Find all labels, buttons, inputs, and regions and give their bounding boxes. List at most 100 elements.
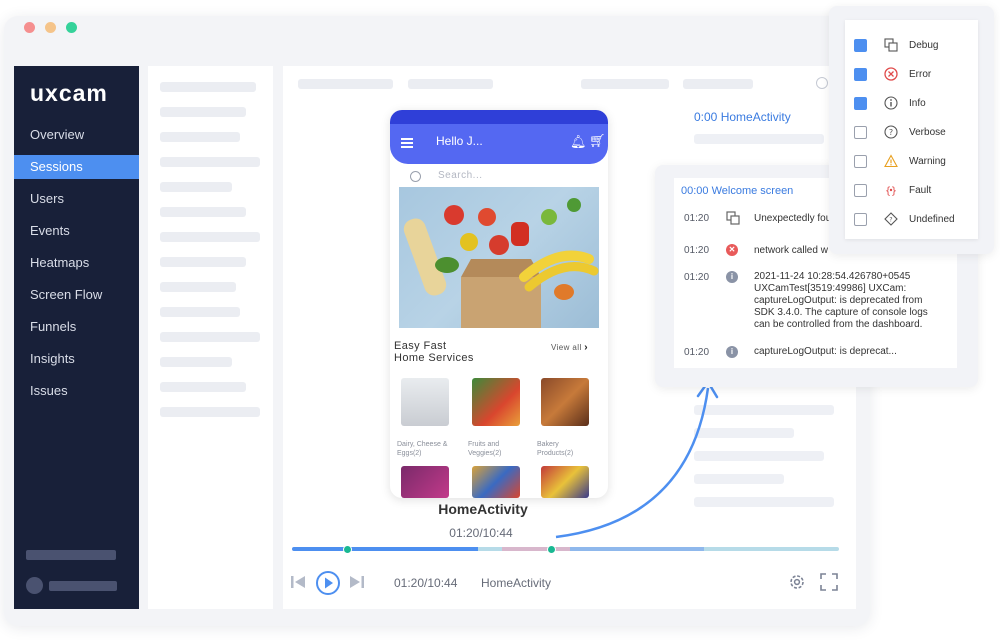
svg-text:{}: {}: [885, 186, 897, 197]
list-item[interactable]: [160, 332, 260, 342]
log-time: 01:20: [684, 213, 710, 224]
header-placeholder: [408, 79, 493, 89]
filter-label-warning[interactable]: Warning: [909, 156, 946, 167]
info-icon: i: [726, 271, 738, 283]
play-icon[interactable]: [315, 570, 341, 596]
list-item[interactable]: [160, 82, 256, 92]
checkbox-warning[interactable]: [854, 155, 867, 168]
greeting-text: Hello J...: [436, 134, 483, 148]
filter-label-undefined[interactable]: Undefined: [909, 214, 955, 225]
window-close-dot[interactable]: [24, 22, 35, 33]
log-message[interactable]: captureLogOutput: is deprecat...: [754, 346, 897, 358]
hamburger-menu-icon: [401, 138, 413, 148]
log-time: 01:20: [684, 347, 710, 358]
phone-header: Hello J... 🔔︎ 🛒︎: [390, 124, 608, 164]
sidebar-item-users[interactable]: Users: [14, 187, 139, 211]
filter-label-error[interactable]: Error: [909, 69, 931, 80]
category-label: Dairy, Cheese & Eggs(2): [397, 441, 448, 457]
error-icon: [884, 67, 898, 81]
timeline-played[interactable]: [292, 547, 478, 551]
bell-icon: 🔔︎: [570, 134, 587, 149]
category-image-dairy[interactable]: [401, 378, 449, 426]
list-item[interactable]: [160, 282, 236, 292]
warning-icon: [884, 154, 898, 168]
info-icon: [884, 96, 898, 110]
list-item[interactable]: [160, 257, 246, 267]
category-image[interactable]: [401, 466, 449, 498]
list-item[interactable]: [160, 182, 232, 192]
sidebar-item-funnels[interactable]: Funnels: [14, 315, 139, 339]
checkbox-info[interactable]: [854, 97, 867, 110]
list-item[interactable]: [160, 357, 232, 367]
timeline-segment[interactable]: [502, 547, 570, 551]
list-item[interactable]: [160, 407, 260, 417]
list-item[interactable]: [160, 232, 260, 242]
info-icon: i: [726, 346, 738, 358]
log-message[interactable]: network called w: [754, 245, 828, 257]
sidebar-item-insights[interactable]: Insights: [14, 347, 139, 371]
log-message[interactable]: Unexpectedly fou: [754, 213, 831, 225]
header-placeholder: [683, 79, 753, 89]
sidebar-item-sessions[interactable]: Sessions: [14, 155, 139, 179]
window-maximize-dot[interactable]: [66, 22, 77, 33]
checkbox-verbose[interactable]: [854, 126, 867, 139]
log-message[interactable]: 2021-11-24 10:28:54.426780+0545 UXCamTes…: [754, 271, 928, 331]
checkbox-error[interactable]: [854, 68, 867, 81]
current-timestamp: 01:20/10:44: [449, 526, 513, 540]
debug-icon: [726, 211, 740, 225]
checkbox-debug[interactable]: [854, 39, 867, 52]
category-image-fruits[interactable]: [472, 378, 520, 426]
fullscreen-icon[interactable]: [820, 573, 838, 591]
sidebar-item-heatmaps[interactable]: Heatmaps: [14, 251, 139, 275]
timeline-segment[interactable]: [704, 547, 839, 551]
log-time: 01:20: [684, 245, 710, 256]
filter-label-fault[interactable]: Fault: [909, 185, 931, 196]
skip-back-icon[interactable]: [290, 574, 306, 590]
list-item[interactable]: [160, 207, 246, 217]
category-label: Fruits and Veggies(2): [468, 441, 502, 457]
list-item[interactable]: [160, 157, 260, 167]
chevron-right-icon: ›: [584, 342, 588, 353]
verbose-icon: ?: [884, 125, 898, 139]
list-item[interactable]: [160, 307, 240, 317]
sidebar-item-issues[interactable]: Issues: [14, 379, 139, 403]
window-minimize-dot[interactable]: [45, 22, 56, 33]
settings-gear-icon[interactable]: [788, 573, 806, 591]
sidebar-item-events[interactable]: Events: [14, 219, 139, 243]
filter-label-verbose[interactable]: Verbose: [909, 127, 946, 138]
cart-icon: 🛒︎: [589, 133, 606, 148]
log-placeholder: [694, 134, 824, 144]
search-placeholder: Search...: [438, 170, 483, 181]
view-all-link[interactable]: View all ›: [551, 342, 588, 353]
refresh-icon[interactable]: [816, 77, 828, 89]
timeline-marker[interactable]: [343, 545, 352, 554]
skip-forward-icon[interactable]: [349, 574, 365, 590]
sidebar-item-overview[interactable]: Overview: [14, 123, 139, 147]
timeline-segment[interactable]: [570, 547, 704, 551]
sidebar-item-screen-flow[interactable]: Screen Flow: [14, 283, 139, 307]
checkbox-undefined[interactable]: [854, 213, 867, 226]
timeline-playhead[interactable]: [547, 545, 556, 554]
list-item[interactable]: [160, 132, 240, 142]
checkbox-fault[interactable]: [854, 184, 867, 197]
avatar[interactable]: [26, 577, 43, 594]
header-placeholder: [298, 79, 393, 89]
undefined-icon: ?: [884, 212, 898, 226]
svg-text:?: ?: [889, 128, 893, 137]
sidebar-placeholder: [26, 550, 116, 560]
filter-label-debug[interactable]: Debug: [909, 40, 938, 51]
list-item[interactable]: [160, 382, 246, 392]
error-icon: ✕: [726, 244, 738, 256]
timeline-segment[interactable]: [478, 547, 502, 551]
current-activity-label: HomeActivity: [438, 501, 528, 517]
arrow-connector: [555, 380, 719, 539]
header-placeholder: [581, 79, 669, 89]
debug-icon: [884, 38, 898, 52]
control-activity: HomeActivity: [481, 576, 552, 590]
log-screen-title: 00:00 Welcome screen: [681, 185, 794, 197]
filter-label-info[interactable]: Info: [909, 98, 926, 109]
list-item[interactable]: [160, 107, 246, 117]
section-title-line-1: Easy Fast: [394, 340, 447, 352]
section-title: Easy Fast Home Services: [394, 340, 474, 364]
category-image[interactable]: [472, 466, 520, 498]
